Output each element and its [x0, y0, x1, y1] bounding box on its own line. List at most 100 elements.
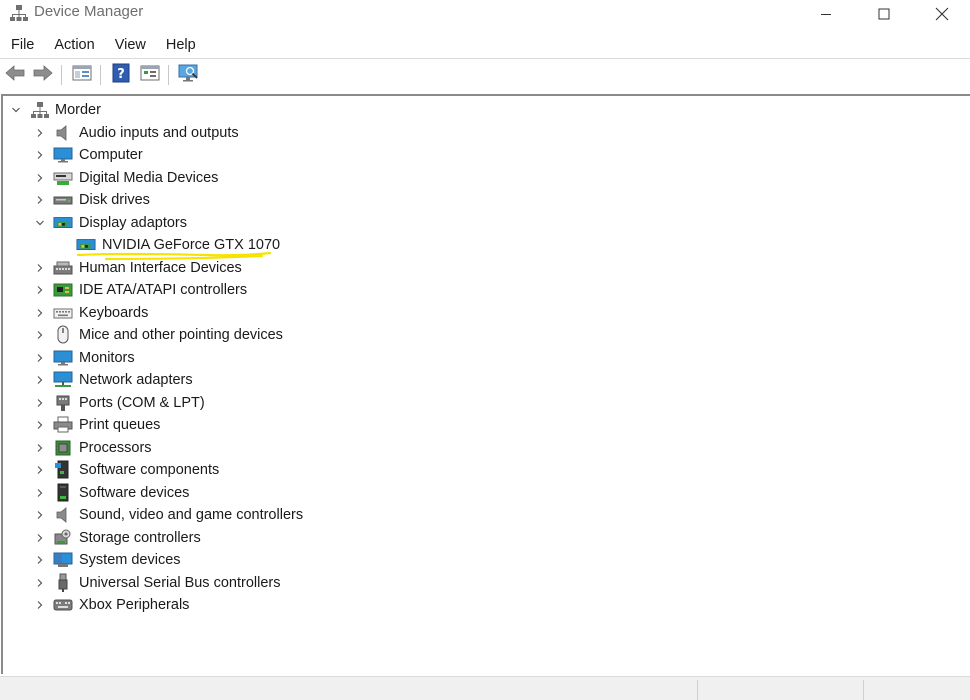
- tree-item-label: Print queues: [79, 417, 161, 433]
- tree-category[interactable]: Print queues: [34, 414, 160, 436]
- chevron-right-icon[interactable]: [34, 419, 46, 431]
- chevron-right-icon[interactable]: [34, 442, 46, 454]
- chevron-right-icon[interactable]: [34, 172, 46, 184]
- minimize-button[interactable]: [797, 0, 855, 31]
- status-bar: [0, 676, 970, 700]
- tree-category[interactable]: IDE ATA/ATAPI controllers: [34, 279, 247, 301]
- tree-root[interactable]: Morder: [10, 99, 101, 121]
- chevron-right-icon[interactable]: [34, 262, 46, 274]
- properties-button[interactable]: [138, 63, 162, 87]
- maximize-icon: [878, 8, 890, 24]
- tree-category[interactable]: Audio inputs and outputs: [34, 122, 239, 144]
- software-component-icon: [53, 460, 73, 479]
- tree-item-label: Processors: [79, 439, 152, 456]
- forward-button[interactable]: [31, 63, 55, 87]
- tree-category[interactable]: Mice and other pointing devices: [34, 324, 283, 346]
- chevron-right-icon[interactable]: [34, 599, 46, 611]
- tree-category[interactable]: Digital Media Devices: [34, 167, 218, 189]
- tree-category[interactable]: System devices: [34, 549, 181, 571]
- mouse-icon: [53, 325, 73, 344]
- monitor-icon: [53, 146, 73, 164]
- title-bar: Device Manager: [0, 0, 970, 31]
- chevron-right-icon[interactable]: [34, 329, 46, 341]
- device-tree[interactable]: Morder Audio inputs and outputs Computer D…: [1, 94, 970, 674]
- back-arrow-icon: [4, 64, 26, 86]
- toolbar: ?: [0, 59, 970, 91]
- tree-category[interactable]: Display adaptors: [34, 212, 187, 234]
- chevron-right-icon[interactable]: [34, 127, 46, 139]
- tree-item-label: Human Interface Devices: [79, 259, 242, 276]
- menu-help[interactable]: Help: [155, 37, 205, 53]
- processor-icon: [53, 439, 73, 457]
- keyboard-icon: [53, 304, 73, 322]
- tree-category[interactable]: Processors: [34, 437, 152, 459]
- chevron-right-icon[interactable]: [34, 284, 46, 296]
- tree-category[interactable]: Keyboards: [34, 302, 148, 324]
- maximize-button[interactable]: [855, 0, 913, 31]
- chevron-right-icon[interactable]: [34, 509, 46, 521]
- tree-category[interactable]: Disk drives: [34, 189, 150, 211]
- menu-file[interactable]: File: [0, 37, 43, 53]
- scan-monitor-icon: [178, 63, 200, 87]
- storage-controller-icon: [53, 529, 73, 547]
- properties-icon: [140, 64, 160, 86]
- toolbar-separator: [168, 65, 169, 85]
- software-device-icon: [53, 483, 73, 502]
- tree-item-label: Software devices: [79, 484, 190, 501]
- tree-item-label: NVIDIA GeForce GTX 1070: [102, 237, 281, 253]
- monitor-icon: [53, 349, 73, 367]
- tree-device[interactable]: NVIDIA GeForce GTX 1070: [76, 234, 280, 256]
- close-button[interactable]: [913, 0, 970, 31]
- tree-item-label: Monitors: [79, 349, 135, 366]
- chevron-right-icon[interactable]: [34, 532, 46, 544]
- usb-icon: [53, 573, 73, 592]
- tree-category[interactable]: Ports (COM & LPT): [34, 392, 205, 414]
- chevron-right-icon[interactable]: [34, 149, 46, 161]
- status-divider: [697, 680, 698, 700]
- speaker-icon: [53, 506, 73, 524]
- chevron-right-icon[interactable]: [34, 307, 46, 319]
- chevron-right-icon[interactable]: [34, 374, 46, 386]
- tree-category[interactable]: Sound, video and game controllers: [34, 504, 303, 526]
- tree-category[interactable]: Human Interface Devices: [34, 257, 242, 279]
- tree-item-label: Software components: [79, 462, 220, 478]
- tree-item-label: Sound, video and game controllers: [79, 507, 304, 523]
- chevron-right-icon[interactable]: [34, 194, 46, 206]
- tree-category[interactable]: Software devices: [34, 482, 189, 504]
- tree-item-label: Mice and other pointing devices: [79, 327, 283, 343]
- tree-item-label: Ports (COM & LPT): [79, 394, 205, 411]
- scan-hardware-button[interactable]: [177, 63, 201, 87]
- port-icon: [53, 394, 73, 412]
- tree-item-label: System devices: [79, 552, 181, 568]
- chevron-down-icon[interactable]: [10, 104, 22, 116]
- help-button[interactable]: ?: [109, 63, 133, 87]
- tree-category[interactable]: Storage controllers: [34, 527, 201, 549]
- tree-item-label: Universal Serial Bus controllers: [79, 574, 281, 591]
- tree-category[interactable]: Universal Serial Bus controllers: [34, 572, 280, 594]
- tree-category[interactable]: Software components: [34, 459, 219, 481]
- tree-item-label: Network adapters: [79, 372, 193, 388]
- chevron-right-icon[interactable]: [34, 464, 46, 476]
- back-button[interactable]: [3, 63, 27, 87]
- menu-view[interactable]: View: [104, 37, 155, 53]
- chevron-right-icon[interactable]: [34, 397, 46, 409]
- tree-category[interactable]: Network adapters: [34, 369, 193, 391]
- chevron-down-icon[interactable]: [34, 217, 46, 229]
- menu-action[interactable]: Action: [43, 37, 103, 53]
- tree-category[interactable]: Computer: [34, 144, 143, 166]
- chevron-right-icon[interactable]: [34, 487, 46, 499]
- minimize-icon: [820, 8, 832, 24]
- status-divider: [863, 680, 864, 700]
- tree-item-label: Display adaptors: [79, 214, 187, 231]
- chevron-right-icon[interactable]: [34, 577, 46, 589]
- tree-category[interactable]: Monitors: [34, 347, 135, 369]
- tree-category[interactable]: Xbox Peripherals: [34, 594, 189, 616]
- chevron-right-icon[interactable]: [34, 352, 46, 364]
- ide-controller-icon: [53, 281, 73, 299]
- chevron-right-icon[interactable]: [34, 554, 46, 566]
- disk-drive-icon: [53, 191, 73, 209]
- window-title: Device Manager: [34, 3, 144, 20]
- show-hide-console-tree-button[interactable]: [70, 63, 94, 87]
- media-device-icon: [53, 169, 73, 187]
- svg-text:?: ?: [117, 67, 125, 82]
